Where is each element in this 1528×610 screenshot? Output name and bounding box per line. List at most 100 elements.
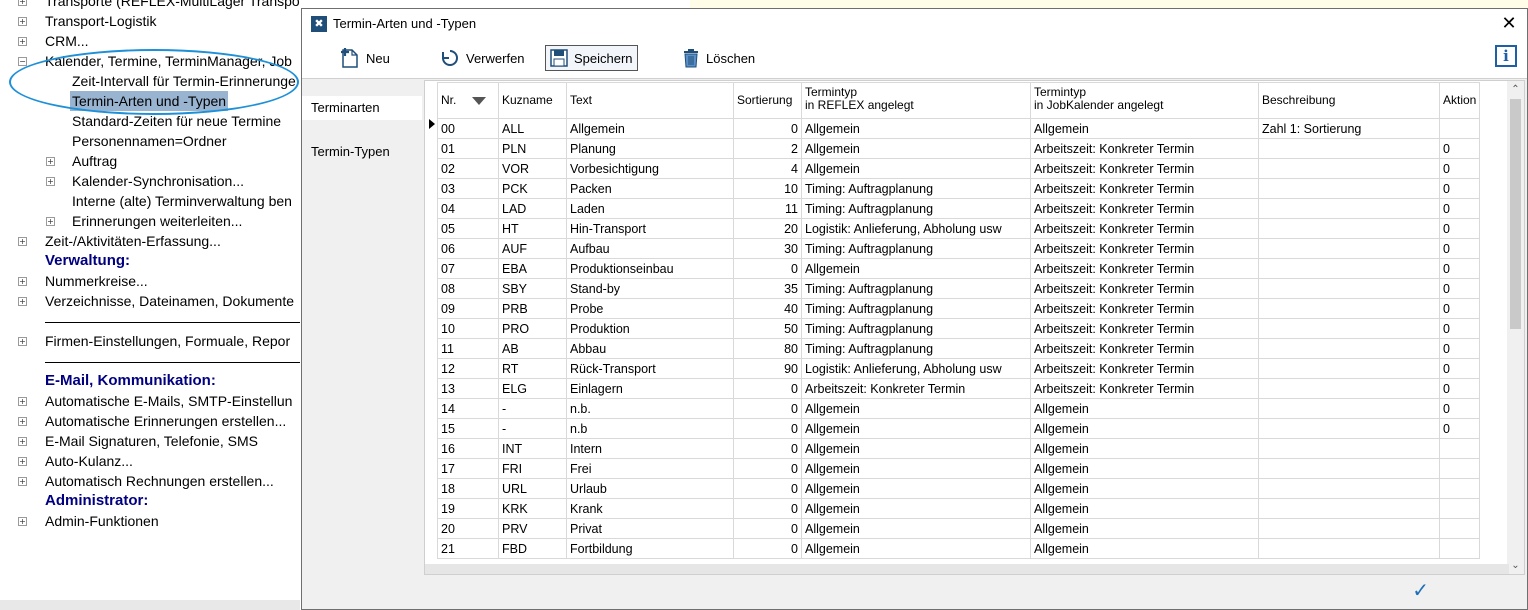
cell-kuzname[interactable]: LAD [498,198,567,219]
cell-sortierung[interactable]: 0 [733,458,802,479]
cell-termintyp-jobkalender[interactable]: Arbeitszeit: Konkreter Termin [1030,198,1259,219]
cell-aktion[interactable]: 0 [1439,198,1480,219]
cell-termintyp-jobkalender[interactable]: Arbeitszeit: Konkreter Termin [1030,318,1259,339]
expand-icon[interactable]: + [18,37,27,46]
cell-nr[interactable]: 20 [437,518,499,539]
cell-termintyp-jobkalender[interactable]: Allgemein [1030,498,1259,519]
cell-beschreibung[interactable] [1258,218,1440,239]
col-header-text[interactable]: Text [566,82,734,119]
cell-beschreibung[interactable] [1258,478,1440,499]
cell-nr[interactable]: 10 [437,318,499,339]
cell-aktion[interactable] [1439,518,1480,539]
cell-nr[interactable]: 01 [437,138,499,159]
table-row[interactable]: 20 PRV Privat 0 Allgemein Allgemein [437,518,1480,539]
cell-beschreibung[interactable] [1258,338,1440,359]
cell-sortierung[interactable]: 0 [733,438,802,459]
cell-termintyp-jobkalender[interactable]: Allgemein [1030,458,1259,479]
cell-nr[interactable]: 09 [437,298,499,319]
cell-aktion[interactable]: 0 [1439,218,1480,239]
cell-nr[interactable]: 18 [437,478,499,499]
cell-beschreibung[interactable] [1258,438,1440,459]
table-row[interactable]: 01 PLN Planung 2 Allgemein Arbeitszeit: Konkr… [437,138,1480,159]
cell-text[interactable]: Probe [566,298,734,319]
table-row[interactable]: 03 PCK Packen 10 Timing: Auftragplanung Arbei… [437,178,1480,199]
cell-termintyp-reflex[interactable]: Timing: Auftragplanung [801,198,1031,219]
cell-kuzname[interactable]: - [498,418,567,439]
cell-beschreibung[interactable] [1258,278,1440,299]
cell-termintyp-jobkalender[interactable]: Allgemein [1030,118,1259,139]
cell-sortierung[interactable]: 90 [733,358,802,379]
cell-text[interactable]: Vorbesichtigung [566,158,734,179]
cell-termintyp-jobkalender[interactable]: Arbeitszeit: Konkreter Termin [1030,278,1259,299]
table-row[interactable]: 17 FRI Frei 0 Allgemein Allgemein [437,458,1480,479]
cell-sortierung[interactable]: 35 [733,278,802,299]
tab-terminarten[interactable]: Terminarten [302,96,422,120]
close-icon[interactable]: ✕ [1499,13,1519,33]
cell-termintyp-reflex[interactable]: Timing: Auftragplanung [801,338,1031,359]
cell-nr[interactable]: 19 [437,498,499,519]
cell-beschreibung[interactable] [1258,538,1440,559]
cell-nr[interactable]: 15 [437,418,499,439]
cell-text[interactable]: Stand-by [566,278,734,299]
cell-kuzname[interactable]: EBA [498,258,567,279]
cell-kuzname[interactable]: KRK [498,498,567,519]
cell-sortierung[interactable]: 30 [733,238,802,259]
cell-text[interactable]: Urlaub [566,478,734,499]
cell-sortierung[interactable]: 0 [733,498,802,519]
cell-aktion[interactable] [1439,438,1480,459]
table-row[interactable]: 05 HT Hin-Transport 20 Logistik: Anlieferung… [437,218,1480,239]
cell-aktion[interactable]: 0 [1439,298,1480,319]
cell-termintyp-jobkalender[interactable]: Arbeitszeit: Konkreter Termin [1030,338,1259,359]
cell-termintyp-reflex[interactable]: Timing: Auftragplanung [801,238,1031,259]
cell-termintyp-jobkalender[interactable]: Arbeitszeit: Konkreter Termin [1030,158,1259,179]
cell-kuzname[interactable]: FRI [498,458,567,479]
cell-termintyp-reflex[interactable]: Allgemein [801,258,1031,279]
cell-beschreibung[interactable] [1258,258,1440,279]
table-row[interactable]: 14- n.b. 0 Allgemein Allgemein 0 [437,398,1480,419]
cell-aktion[interactable]: 0 [1439,278,1480,299]
cell-kuzname[interactable]: ELG [498,378,567,399]
table-row[interactable]: 11 AB Abbau 80 Timing: Auftragplanung Arbeits… [437,338,1480,359]
cell-text[interactable]: Produktionseinbau [566,258,734,279]
cell-text[interactable]: Produktion [566,318,734,339]
cell-sortierung[interactable]: 0 [733,398,802,419]
cell-termintyp-jobkalender[interactable]: Allgemein [1030,438,1259,459]
cell-text[interactable]: Planung [566,138,734,159]
cell-aktion[interactable] [1439,118,1480,139]
info-icon[interactable]: i [1495,45,1517,67]
discard-button[interactable]: Verwerfen [436,45,529,71]
expand-icon[interactable]: + [18,397,27,406]
cell-sortierung[interactable]: 0 [733,478,802,499]
expand-icon[interactable]: + [18,417,27,426]
expand-icon[interactable]: + [18,477,27,486]
cell-aktion[interactable]: 0 [1439,138,1480,159]
delete-button[interactable]: Löschen [678,45,759,71]
cell-sortierung[interactable]: 50 [733,318,802,339]
col-header-termintyp-jobkalender[interactable]: Termintyp in JobKalender angelegt [1030,82,1259,119]
cell-kuzname[interactable]: PLN [498,138,567,159]
cell-beschreibung[interactable] [1258,498,1440,519]
table-row[interactable]: 13 ELG Einlagern 0 Arbeitszeit: Konkreter Te… [437,378,1480,399]
cell-nr[interactable]: 05 [437,218,499,239]
cell-beschreibung[interactable] [1258,458,1440,479]
cell-termintyp-jobkalender[interactable]: Arbeitszeit: Konkreter Termin [1030,258,1259,279]
cell-beschreibung[interactable] [1258,418,1440,439]
table-row[interactable]: 19 KRK Krank 0 Allgemein Allgemein [437,498,1480,519]
cell-termintyp-jobkalender[interactable]: Allgemein [1030,398,1259,419]
table-row[interactable]: 00 ALL Allgemein 0 Allgemein Allgemein Zahl 1:… [437,118,1480,139]
cell-termintyp-reflex[interactable]: Allgemein [801,538,1031,559]
col-header-termintyp-reflex[interactable]: Termintyp in REFLEX angelegt [801,82,1031,119]
cell-text[interactable]: n.b. [566,398,734,419]
scrollbar-thumb[interactable] [1510,99,1521,329]
scroll-up-icon[interactable]: ⌃ [1507,81,1524,98]
col-header-beschreibung[interactable]: Beschreibung [1258,82,1440,119]
cell-nr[interactable]: 16 [437,438,499,459]
cell-kuzname[interactable]: HT [498,218,567,239]
cell-sortierung[interactable]: 0 [733,418,802,439]
expand-icon[interactable]: + [18,17,27,26]
cell-beschreibung[interactable]: Zahl 1: Sortierung [1258,118,1440,139]
expand-icon[interactable]: + [18,277,27,286]
vertical-scrollbar[interactable]: ⌃ ⌄ [1507,81,1524,574]
cell-aktion[interactable]: 0 [1439,378,1480,399]
expand-icon[interactable]: + [18,517,27,526]
